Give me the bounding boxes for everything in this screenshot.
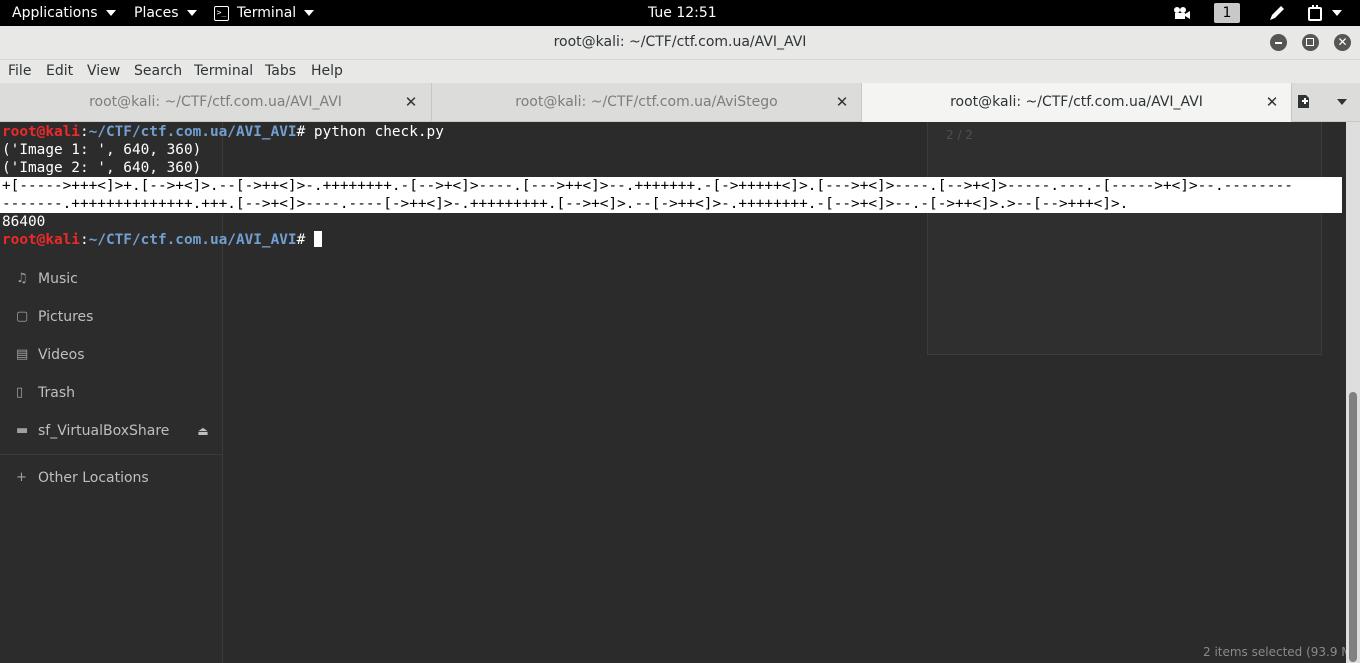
- chevron-down-icon: [304, 10, 315, 16]
- chevron-down-icon: [1332, 10, 1342, 16]
- output-line: ('Image 1: ', 640, 360): [2, 142, 202, 158]
- scrollbar-thumb[interactable]: [1349, 392, 1357, 662]
- top-bar: Applications Places >_ Terminal Tue 12:5…: [0, 0, 1360, 26]
- minimize-button[interactable]: [1270, 34, 1287, 51]
- close-window-button[interactable]: ✕: [1334, 34, 1351, 51]
- tab-list-dropdown[interactable]: [1337, 99, 1347, 105]
- terminal-app-icon: >_: [214, 5, 229, 21]
- menu-edit[interactable]: Edit: [46, 60, 73, 83]
- workspace-number: 1: [1214, 3, 1240, 23]
- places-menu[interactable]: Places: [134, 0, 197, 26]
- tab-avi-avi-1[interactable]: root@kali: ~/CTF/ctf.com.ua/AVI_AVI: [0, 83, 432, 121]
- sidebar-item-share: ▬ sf_VirtualBoxShare ⏏: [16, 423, 209, 439]
- places-label: Places: [134, 5, 179, 21]
- close-icon: ✕: [404, 93, 418, 111]
- applications-menu[interactable]: Applications: [12, 0, 116, 26]
- close-icon: ✕: [1265, 93, 1279, 111]
- prompt-line: root@kali:~/CTF/ctf.com.ua/AVI_AVI#: [2, 231, 322, 249]
- music-icon: ♫: [16, 271, 28, 286]
- new-tab-button[interactable]: [1297, 94, 1314, 113]
- system-menu[interactable]: [1306, 0, 1342, 26]
- drive-icon: ▬: [16, 423, 29, 438]
- terminal-app-label: Terminal: [237, 5, 297, 21]
- menu-help[interactable]: Help: [311, 60, 343, 83]
- prompt-line: root@kali:~/CTF/ctf.com.ua/AVI_AVI# pyth…: [2, 124, 444, 140]
- sidebar-item-videos: ▤ Videos: [16, 347, 85, 363]
- maximize-icon: [1306, 38, 1314, 46]
- chevron-down-icon: [105, 10, 116, 16]
- menu-tabs[interactable]: Tabs: [265, 60, 296, 83]
- command-text: python check.py: [313, 124, 444, 140]
- trash-icon: ▯: [16, 385, 24, 400]
- menu-view[interactable]: View: [87, 60, 120, 83]
- prompt-user-host: root@kali: [2, 124, 80, 140]
- prompt-symbol: #: [296, 124, 314, 140]
- sidebar-item-music: ♫ Music: [16, 271, 78, 287]
- tab-close-button[interactable]: ✕: [835, 83, 849, 121]
- clock[interactable]: Tue 12:51: [648, 0, 717, 26]
- pictures-icon: ▢: [16, 309, 29, 324]
- sidebar-item-trash: ▯ Trash: [16, 385, 75, 401]
- window-titlebar[interactable]: root@kali: ~/CTF/ctf.com.ua/AVI_AVI ✕: [0, 26, 1360, 60]
- tab-label: root@kali: ~/CTF/ctf.com.ua/AviStego: [515, 94, 778, 110]
- ghost-panel-text: 2 / 2: [946, 128, 973, 142]
- cursor: [313, 231, 322, 247]
- close-icon: ✕: [835, 93, 849, 111]
- minimize-icon: [1275, 42, 1282, 44]
- window-title: root@kali: ~/CTF/ctf.com.ua/AVI_AVI: [553, 34, 807, 50]
- tab-close-button[interactable]: ✕: [1265, 83, 1279, 121]
- result-line: 86400: [2, 214, 46, 230]
- videos-icon: ▤: [16, 347, 29, 362]
- selected-output-line[interactable]: +[----->+++<]>+.[-->+<]>.--[->++<]>-.+++…: [2, 177, 1293, 195]
- tab-avistego[interactable]: root@kali: ~/CTF/ctf.com.ua/AviStego: [432, 83, 862, 121]
- menu-terminal[interactable]: Terminal: [194, 60, 253, 83]
- tab-avi-avi-2[interactable]: root@kali: ~/CTF/ctf.com.ua/AVI_AVI: [862, 83, 1292, 123]
- menu-search[interactable]: Search: [134, 60, 182, 83]
- prompt-path: ~/CTF/ctf.com.ua/AVI_AVI: [88, 232, 297, 248]
- tab-bar: root@kali: ~/CTF/ctf.com.ua/AVI_AVI ✕ ro…: [0, 83, 1360, 123]
- clock-label: Tue 12:51: [648, 5, 717, 21]
- maximize-button[interactable]: [1302, 34, 1319, 51]
- sidebar-item-other-locations: + Other Locations: [16, 470, 149, 486]
- terminal-scrollbar[interactable]: [1346, 122, 1360, 663]
- terminal-view[interactable]: ♫ Music ▢ Pictures ▤ Videos ▯ Trash ▬ sf_Virt…: [0, 122, 1346, 663]
- prompt-symbol: #: [296, 232, 314, 248]
- applications-label: Applications: [12, 5, 98, 21]
- ghost-panel: 2 / 2: [927, 122, 1322, 355]
- ghost-status-label: 2 items selected (93.9 MB): [1203, 645, 1346, 659]
- terminal-app-menu[interactable]: >_ Terminal: [214, 0, 315, 26]
- menu-file[interactable]: File: [8, 60, 31, 83]
- prompt-path: ~/CTF/ctf.com.ua/AVI_AVI: [88, 124, 297, 140]
- power-plug-icon: [1308, 5, 1322, 21]
- pen-icon[interactable]: [1268, 0, 1286, 26]
- tab-close-button[interactable]: ✕: [404, 83, 418, 121]
- eject-icon: ⏏: [197, 424, 209, 438]
- plus-icon: +: [16, 470, 27, 485]
- menu-bar: File Edit View Search Terminal Tabs Help: [0, 60, 1360, 83]
- close-icon: ✕: [1337, 35, 1348, 49]
- new-tab-icon: [1298, 95, 1309, 108]
- selected-output-line[interactable]: -------.++++++++++++++.+++.[-->+<]>----.…: [2, 195, 1129, 213]
- tab-label: root@kali: ~/CTF/ctf.com.ua/AVI_AVI: [89, 94, 342, 110]
- prompt-user-host: root@kali: [2, 232, 80, 248]
- workspace-indicator[interactable]: 1: [1214, 0, 1240, 26]
- divider: [0, 454, 222, 455]
- output-line: ('Image 2: ', 640, 360): [2, 160, 202, 176]
- video-camera-icon[interactable]: [1173, 0, 1191, 26]
- sidebar-item-pictures: ▢ Pictures: [16, 309, 94, 325]
- tab-label: root@kali: ~/CTF/ctf.com.ua/AVI_AVI: [950, 94, 1203, 110]
- chevron-down-icon: [186, 10, 197, 16]
